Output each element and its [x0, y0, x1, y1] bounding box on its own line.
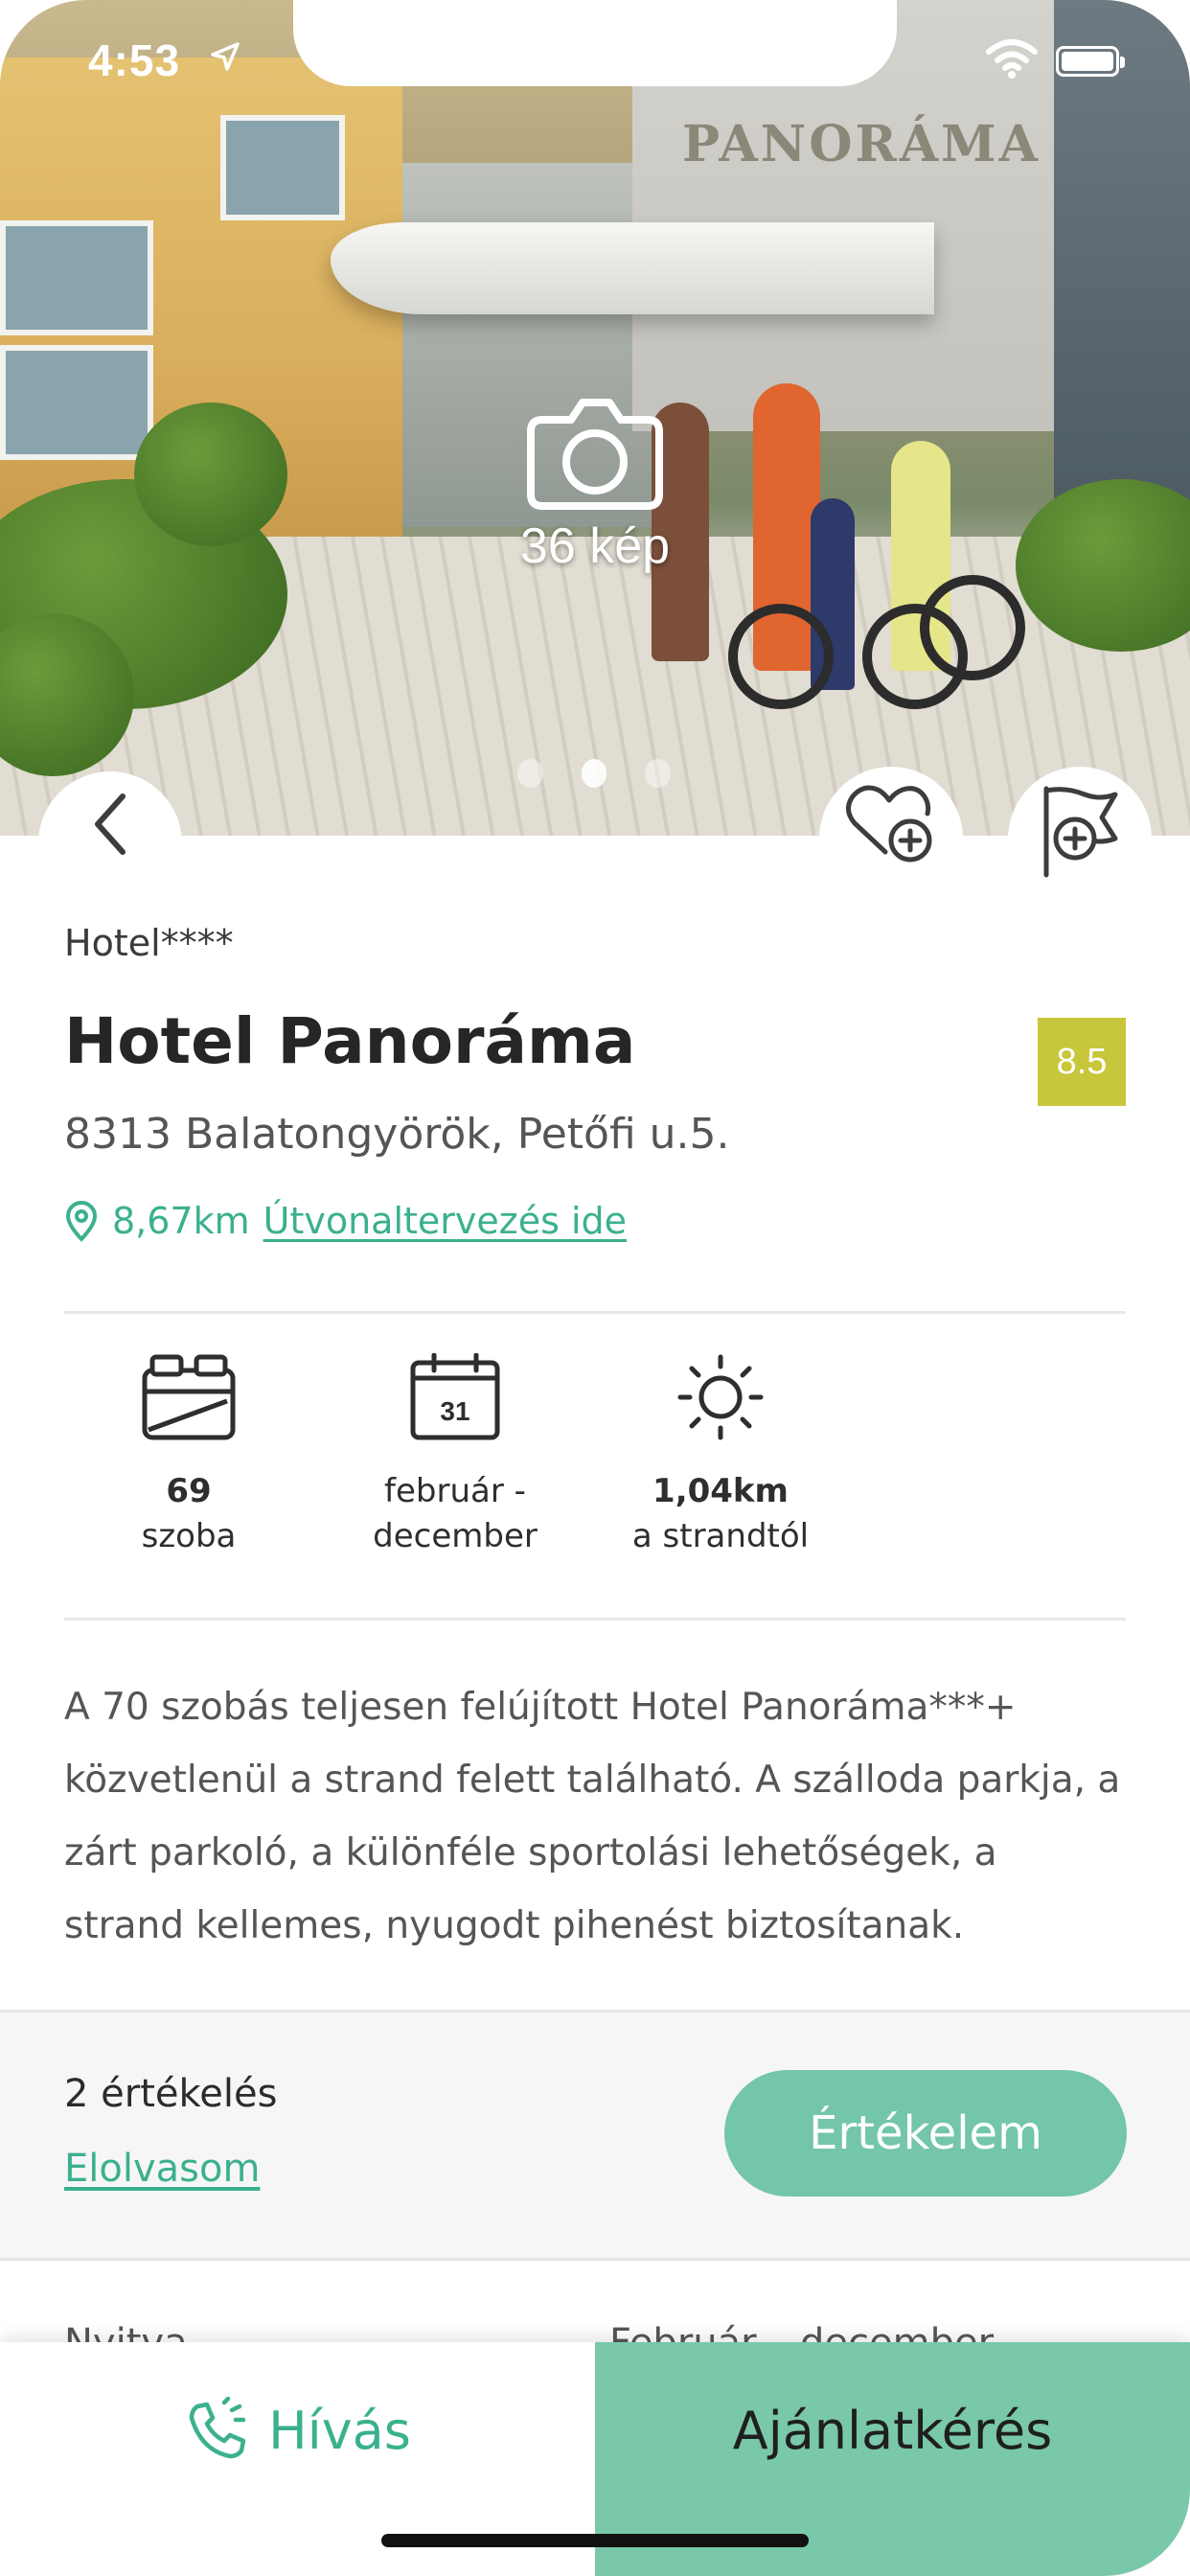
- photo-count-label: 36 kép: [519, 518, 671, 574]
- back-button[interactable]: [38, 771, 182, 915]
- photo-bicycle: [920, 575, 1025, 680]
- status-time: 4:53: [88, 35, 181, 85]
- read-reviews-link[interactable]: Elolvasom: [64, 2147, 260, 2191]
- gallery-pagination: [517, 759, 672, 797]
- hotel-features: 69 szoba 31 február - december 1,04km a …: [64, 1353, 1126, 1583]
- home-indicator: [381, 2534, 809, 2547]
- photo-bush: [134, 402, 287, 546]
- photo-bicycle: [728, 604, 834, 709]
- divider: [64, 1618, 1126, 1621]
- camera-icon: [527, 399, 663, 510]
- heart-plus-icon: [846, 785, 932, 862]
- battery-icon: [1056, 46, 1125, 77]
- room-bed-icon: [142, 1354, 236, 1440]
- hotel-category: Hotel****: [64, 922, 234, 964]
- reviews-section: 2 értékelés Elolvasom Értékelem: [0, 2010, 1190, 2261]
- photo-count-overlay[interactable]: 36 kép: [499, 391, 691, 575]
- feature-rooms-label: szoba: [141, 1517, 237, 1555]
- calendar-day-text: 31: [440, 1396, 469, 1426]
- rate-button[interactable]: Értékelem: [724, 2070, 1127, 2196]
- phone-icon: [189, 2397, 246, 2459]
- location-pin-icon: [65, 1201, 98, 1242]
- status-bar: 4:53: [0, 0, 1190, 126]
- feature-rooms: 69 szoba: [64, 1353, 313, 1558]
- hotel-address: 8313 Balatongyörök, Petőfi u.5.: [64, 1110, 730, 1159]
- pagination-dot-active[interactable]: [581, 759, 607, 788]
- review-count: 2 értékelés: [64, 2072, 278, 2116]
- feature-beach-distance: 1,04km a strandtól: [596, 1353, 845, 1558]
- flag-plus-icon: [1043, 786, 1118, 878]
- add-favorite-button[interactable]: [819, 767, 963, 910]
- divider: [64, 1311, 1126, 1314]
- add-to-trip-button[interactable]: [1008, 767, 1152, 910]
- rating-badge: 8.5: [1038, 1018, 1126, 1106]
- wifi-icon: [986, 39, 1038, 79]
- calendar-icon: 31: [410, 1353, 500, 1440]
- pagination-dot[interactable]: [645, 759, 672, 788]
- chevron-left-icon: [95, 794, 126, 855]
- feature-season-end: december: [373, 1517, 538, 1555]
- feature-beach-distance-label: a strandtól: [631, 1517, 810, 1555]
- feature-rooms-value: 69: [166, 1472, 212, 1510]
- page-title: Hotel Panoráma: [64, 1004, 636, 1078]
- photo-canopy: [331, 222, 934, 314]
- hotel-description: A 70 szobás teljesen felújított Hotel Pa…: [64, 1686, 1121, 1947]
- feature-season-start: február -: [384, 1472, 526, 1510]
- route-planning-link[interactable]: Útvonaltervezés ide: [263, 1200, 627, 1242]
- feature-season: 31 február - december: [331, 1353, 580, 1558]
- call-button-label: Hívás: [268, 2400, 411, 2461]
- pagination-dot[interactable]: [517, 759, 543, 788]
- distance-value: 8,67km: [112, 1200, 250, 1242]
- feature-beach-distance-value: 1,04km: [652, 1472, 789, 1510]
- device-notch: [293, 0, 897, 86]
- location-arrow-icon: [211, 42, 240, 71]
- distance-row: 8,67km Útvonaltervezés ide: [64, 1200, 627, 1242]
- sun-icon: [677, 1354, 764, 1440]
